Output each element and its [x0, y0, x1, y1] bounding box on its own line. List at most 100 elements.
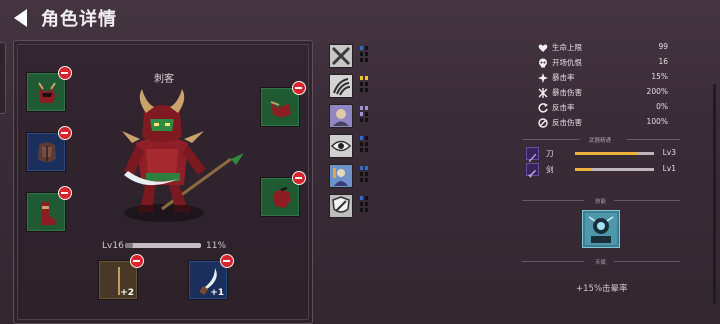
skill-pip: [365, 46, 368, 50]
equip-slot-boots[interactable]: [26, 186, 72, 232]
stat-value: 15%: [651, 72, 668, 81]
exp-percent: 11%: [206, 241, 227, 251]
minus-circle-icon[interactable]: [58, 186, 72, 200]
divider: [522, 200, 584, 201]
skill-level-pips: [360, 166, 369, 186]
skill-pip: [360, 88, 363, 92]
stat-row: 反击率 0%: [538, 102, 668, 116]
skill-pip: [360, 106, 363, 110]
chest-armor-icon: [38, 142, 56, 162]
weapon-level: Lv3: [662, 148, 676, 157]
skill-level-pips: [360, 46, 369, 66]
equip-slot-gloves[interactable]: [260, 171, 306, 217]
stat-value: 99: [658, 42, 668, 51]
minus-circle-icon[interactable]: [130, 254, 144, 268]
scrollbar[interactable]: [713, 84, 716, 304]
minus-circle-icon[interactable]: [58, 66, 72, 80]
equip-slot-stick[interactable]: +2: [98, 254, 144, 300]
blade-icon: [526, 147, 539, 163]
divider: [626, 139, 680, 140]
weapon-mastery-row: 剑 Lv1: [526, 163, 676, 178]
mastery-bar: [575, 168, 654, 171]
exp-bar-fill: [125, 243, 134, 248]
summon-portrait-icon: [333, 168, 348, 186]
skull-icon: [539, 58, 547, 68]
divider: [614, 261, 680, 262]
horned-shoulder-icon: [270, 101, 291, 117]
skill-pip: [365, 112, 368, 116]
skill-pip: [360, 208, 363, 212]
skill-slot[interactable]: [329, 44, 353, 68]
crit-burst-icon: [538, 88, 548, 98]
skill-slot[interactable]: [329, 134, 353, 158]
back-button[interactable]: [12, 8, 30, 28]
skill-pip: [360, 172, 363, 176]
slot-count: +1: [210, 288, 224, 298]
boots-icon: [41, 202, 56, 225]
slot-count: +2: [120, 288, 134, 298]
skill-pip: [360, 52, 363, 56]
stat-label: 反击率: [552, 103, 575, 112]
weapon-name: 刀: [546, 149, 554, 158]
skill-level-pips: [360, 196, 369, 216]
skill-pip: [365, 52, 368, 56]
stat-row: 反击伤害 100%: [538, 117, 668, 131]
stat-value: 0%: [656, 102, 668, 111]
weapon-level: Lv1: [662, 164, 676, 173]
skill-slot[interactable]: [329, 164, 353, 188]
equip-slot-armor[interactable]: [26, 126, 72, 172]
talent-section-title: 技能: [595, 199, 607, 205]
character-level: Lv16: [102, 241, 124, 251]
stat-value: 100%: [646, 117, 668, 126]
stat-row: 开场仇恨 16: [538, 57, 668, 71]
skill-pip: [360, 82, 363, 86]
stat-label: 开场仇恨: [552, 58, 582, 67]
skill-slot[interactable]: [329, 104, 353, 128]
stat-row: 生命上限 99: [538, 42, 668, 56]
gauntlet-icon: [273, 187, 291, 208]
header: 角色详情: [0, 0, 720, 36]
skill-pip: [365, 88, 368, 92]
talent-bonus-text: +15%击晕率: [576, 284, 628, 294]
crit-star-icon: [538, 73, 548, 83]
mastery-bar: [575, 152, 654, 155]
skill-pip: [365, 166, 368, 170]
equip-slot-helmet[interactable]: [26, 66, 72, 112]
skill-pip: [360, 136, 363, 140]
skill-pip: [360, 112, 363, 116]
equip-slot-knife[interactable]: +1: [188, 254, 234, 300]
sword-icon: [526, 163, 539, 178]
eye-icon: [330, 140, 352, 152]
divider: [614, 200, 680, 201]
character-class-name: 刺客: [154, 74, 174, 85]
skill-slot[interactable]: [329, 74, 353, 98]
counter-damage-icon: [538, 118, 548, 128]
stat-label: 生命上限: [552, 43, 582, 52]
weapon-name: 剑: [546, 165, 554, 174]
equipment-panel: 刺客 Lv16 11% +2 +1: [13, 40, 313, 324]
skill-pip: [365, 208, 368, 212]
minus-circle-icon[interactable]: [292, 171, 306, 185]
skill-pip: [365, 202, 368, 206]
skill-pip: [365, 82, 368, 86]
page-title: 角色详情: [41, 9, 117, 30]
skill-pip: [360, 178, 363, 182]
exp-bar: [125, 243, 201, 248]
minus-circle-icon[interactable]: [292, 81, 306, 95]
talent-card[interactable]: [582, 210, 620, 248]
divider: [522, 139, 580, 140]
skill-pip: [360, 202, 363, 206]
skill-pip: [365, 76, 368, 80]
minus-circle-icon[interactable]: [220, 254, 234, 268]
skill-level-pips: [360, 106, 369, 126]
side-tab[interactable]: [0, 42, 6, 114]
stat-value: 200%: [646, 87, 668, 96]
counter-icon: [538, 103, 548, 113]
stat-row: 暴击率 15%: [538, 72, 668, 86]
skill-slot[interactable]: [329, 194, 353, 218]
minus-circle-icon[interactable]: [58, 126, 72, 140]
mastery-bar-fill: [575, 168, 593, 171]
skill-pip: [360, 148, 363, 152]
heart-icon: [538, 44, 548, 52]
equip-slot-shoulder[interactable]: [260, 81, 306, 127]
